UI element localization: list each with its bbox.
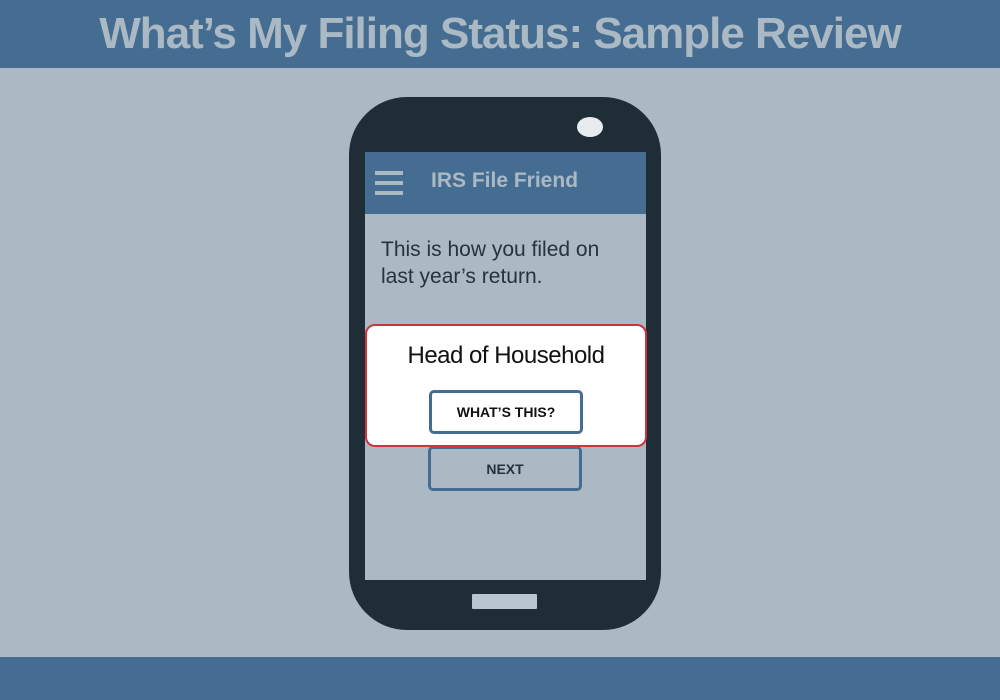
page: What’s My Filing Status: Sample Review I… — [0, 0, 1000, 700]
whats-this-button[interactable]: WHAT’S THIS? — [429, 390, 583, 434]
menu-line — [375, 181, 403, 185]
menu-line — [375, 191, 403, 195]
bottom-banner — [0, 657, 1000, 700]
top-banner: What’s My Filing Status: Sample Review — [0, 0, 1000, 68]
filing-status-card: Head of Household WHAT’S THIS? — [365, 324, 647, 447]
next-button[interactable]: NEXT — [428, 446, 582, 491]
status-message: This is how you filed on last year’s ret… — [381, 238, 600, 288]
app-title: IRS File Friend — [431, 169, 579, 192]
filing-status-value: Head of Household — [407, 342, 605, 369]
page-title: What’s My Filing Status: Sample Review — [99, 9, 901, 58]
camera-icon — [577, 117, 603, 137]
hamburger-menu-icon[interactable] — [375, 171, 403, 195]
app-bar: IRS File Friend — [365, 152, 646, 214]
menu-line — [375, 171, 403, 175]
home-button[interactable] — [472, 594, 537, 609]
